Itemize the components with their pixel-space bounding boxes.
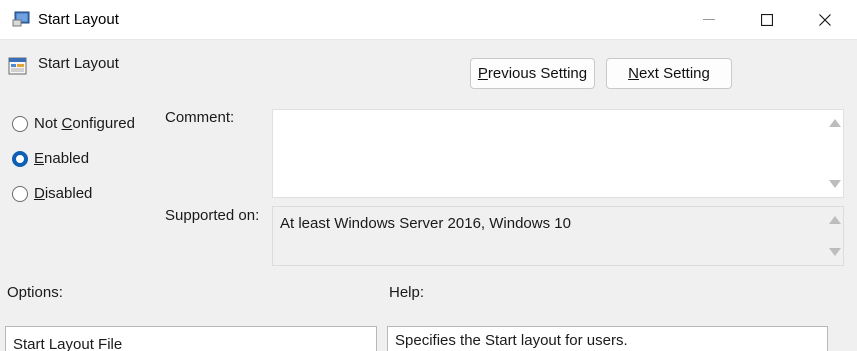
supported-on-field: At least Windows Server 2016, Windows 10	[272, 206, 844, 266]
options-pane[interactable]: Start Layout File	[5, 326, 377, 351]
setting-title: Start Layout	[38, 55, 119, 72]
help-label: Help:	[389, 284, 425, 301]
radio-label: Disabled	[34, 185, 93, 202]
scroll-down-icon[interactable]	[829, 180, 841, 188]
start-layout-file-label: Start Layout File	[13, 336, 123, 351]
help-pane[interactable]: Specifies the Start layout for users.	[387, 326, 828, 351]
options-label: Options:	[7, 284, 63, 301]
radio-circle	[12, 185, 28, 202]
policy-icon	[12, 11, 30, 27]
window-title: Start Layout	[38, 11, 119, 28]
previous-setting-button[interactable]: Previous Setting	[470, 58, 595, 89]
close-button[interactable]	[802, 0, 848, 40]
radio-enabled[interactable]: Enabled	[12, 150, 89, 167]
close-icon	[819, 14, 831, 26]
next-setting-label: Next Setting	[628, 65, 710, 82]
supported-on-value: At least Windows Server 2016, Windows 10	[280, 215, 571, 232]
scroll-down-icon[interactable]	[829, 248, 841, 256]
supported-on-label: Supported on:	[165, 207, 260, 224]
radio-label: Enabled	[34, 150, 90, 167]
radio-not-configured[interactable]: Not Configured	[12, 115, 135, 132]
radio-circle-checked	[12, 150, 28, 167]
scroll-up-icon[interactable]	[829, 216, 841, 224]
maximize-button[interactable]	[744, 0, 790, 40]
radio-circle	[12, 115, 28, 132]
scroll-up-icon[interactable]	[829, 119, 841, 127]
next-setting-button[interactable]: Next Setting	[606, 58, 732, 89]
radio-label: Not Configured	[34, 115, 135, 132]
comment-textarea[interactable]	[272, 109, 844, 198]
setting-icon	[8, 56, 28, 76]
minimize-button[interactable]	[686, 0, 732, 40]
comment-label: Comment:	[165, 109, 235, 126]
supported-scrollbar[interactable]	[825, 207, 843, 265]
comment-scrollbar[interactable]	[825, 110, 843, 197]
previous-setting-label: Previous Setting	[477, 65, 588, 82]
maximize-icon	[761, 14, 773, 26]
help-text: Specifies the Start layout for users.	[395, 332, 628, 349]
minimize-icon	[703, 19, 715, 21]
title-bar: Start Layout	[0, 0, 857, 40]
radio-disabled[interactable]: Disabled	[12, 185, 92, 202]
